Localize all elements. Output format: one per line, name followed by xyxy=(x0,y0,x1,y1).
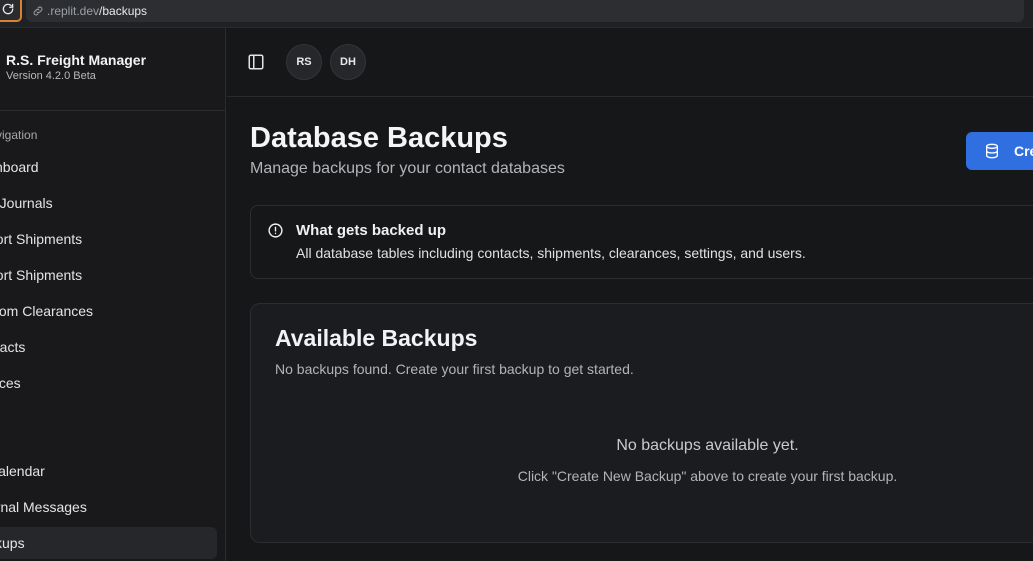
sidebar-item-label: ckups xyxy=(0,535,25,551)
database-icon xyxy=(986,143,998,159)
available-backups-card: Available Backups No backups found. Crea… xyxy=(250,303,1033,543)
sidebar-item-journals[interactable]: o Journals xyxy=(0,187,217,219)
sidebar-divider xyxy=(0,110,226,111)
sidebar-item-label: shboard xyxy=(0,159,39,175)
address-bar[interactable]: .replit.dev/backups xyxy=(26,0,1024,22)
avatar[interactable]: DH xyxy=(330,44,366,80)
sidebar: R.S. Freight Manager Version 4.2.0 Beta … xyxy=(0,28,226,561)
sidebar-item-label: Calendar xyxy=(0,463,45,479)
reload-button[interactable] xyxy=(0,0,22,22)
sidebar-item-label: port Shipments xyxy=(0,267,83,283)
brand: R.S. Freight Manager Version 4.2.0 Beta xyxy=(6,52,146,82)
sidebar-toggle-icon[interactable] xyxy=(247,53,265,71)
page-subtitle: Manage backups for your contact database… xyxy=(250,160,565,177)
app-name: R.S. Freight Manager xyxy=(6,52,147,68)
empty-state-hint: Click "Create New Backup" above to creat… xyxy=(517,468,898,484)
sidebar-item-calendar[interactable]: Calendar xyxy=(0,455,217,487)
avatar[interactable]: RS xyxy=(286,44,322,80)
sidebar-item-label: stom Clearances xyxy=(0,303,94,319)
sidebar-item-label: ntacts xyxy=(0,339,26,355)
top-header: RS DH xyxy=(227,28,1033,97)
sidebar-item-label: ernal Messages xyxy=(0,499,87,515)
info-title: What gets backed up xyxy=(296,222,447,239)
sidebar-item-invoices[interactable]: oices xyxy=(0,367,217,399)
page-title: Database Backups xyxy=(250,122,508,154)
url-host: .replit.dev xyxy=(47,4,100,18)
url-path: /backups xyxy=(99,4,148,18)
sidebar-item-export-shipments[interactable]: port Shipments xyxy=(0,259,217,291)
create-backup-button[interactable]: Cre xyxy=(966,132,1033,170)
sidebar-item-dashboard[interactable]: shboard xyxy=(0,151,217,183)
sidebar-item-label: port Shipments xyxy=(0,231,83,247)
empty-state-title: No backups available yet. xyxy=(616,437,799,454)
sidebar-item-label: oices xyxy=(0,375,21,391)
info-alert: What gets backed up All database tables … xyxy=(250,205,1033,279)
backups-description: No backups found. Create your first back… xyxy=(275,361,634,377)
alert-circle-icon xyxy=(268,223,283,238)
info-text: All database tables including contacts, … xyxy=(296,245,806,261)
sidebar-item-contacts[interactable]: ntacts xyxy=(0,331,217,363)
sidebar-item-backups[interactable]: ckups xyxy=(0,527,217,559)
create-backup-label: Cre xyxy=(1014,143,1033,159)
app-version: Version 4.2.0 Beta xyxy=(6,70,96,82)
backups-title: Available Backups xyxy=(275,325,478,351)
sidebar-item-internal-messages[interactable]: ernal Messages xyxy=(0,491,217,523)
link-icon xyxy=(32,5,44,17)
sidebar-item-custom-clearances[interactable]: stom Clearances xyxy=(0,295,217,327)
browser-toolbar: .replit.dev/backups xyxy=(0,0,1033,28)
sidebar-item-import-shipments[interactable]: port Shipments xyxy=(0,223,217,255)
nav-heading: vigation xyxy=(0,128,38,142)
reload-icon xyxy=(2,3,14,15)
sidebar-item-label: o Journals xyxy=(0,195,53,211)
